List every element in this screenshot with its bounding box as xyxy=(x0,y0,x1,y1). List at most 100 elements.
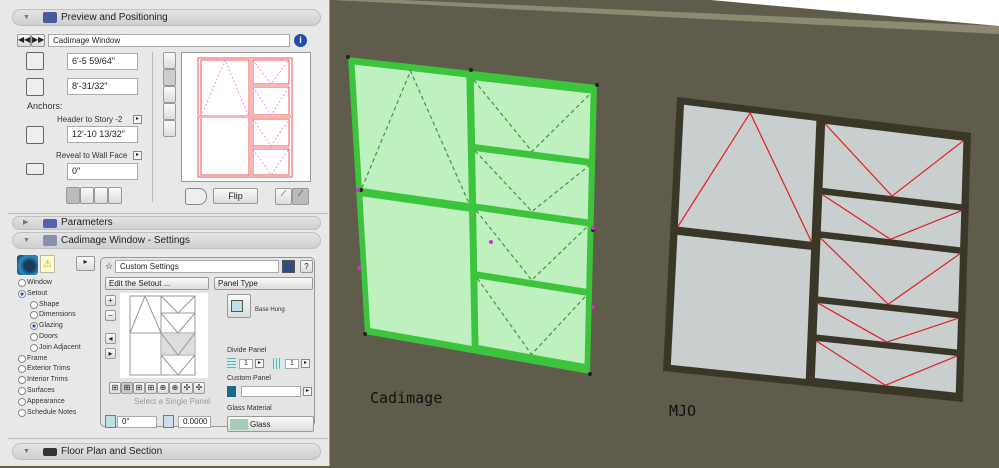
warning-icon[interactable]: ⚠ xyxy=(40,255,55,273)
tree-item-shape[interactable]: Shape xyxy=(30,300,59,309)
3d-viewport[interactable]: Cadimage MJO xyxy=(331,0,999,466)
edit-setout-dropdown[interactable]: Edit the Setout ... xyxy=(105,277,209,290)
glass-material-dropdown[interactable]: Glass xyxy=(227,416,314,432)
label-cadimage: Cadimage xyxy=(370,389,443,407)
tree-item-doors[interactable]: Doors xyxy=(30,332,58,341)
move-left-button[interactable]: ◂ xyxy=(105,333,116,344)
angle-icon xyxy=(163,415,174,428)
favorite-star-icon[interactable]: ☆ xyxy=(105,261,113,272)
divide-cols-dropdown[interactable]: ▸ xyxy=(301,359,310,368)
selection-handle xyxy=(363,332,367,336)
collapse-triangle-icon: ▼ xyxy=(23,14,30,21)
anchor-point-2-button[interactable] xyxy=(80,187,94,204)
reveal-value-field[interactable]: 0" xyxy=(67,163,138,180)
label-mjo: MJO xyxy=(669,402,697,420)
setout-drawing xyxy=(129,294,196,376)
panel-type-dropdown[interactable]: Panel Type xyxy=(214,277,313,290)
panel-view-dropdown[interactable]: ▸ xyxy=(76,256,95,271)
tree-item-window[interactable]: Window xyxy=(18,278,52,287)
width-field[interactable]: 6'-5 59/64" xyxy=(67,53,138,70)
collapse-triangle-icon: ▼ xyxy=(23,448,30,455)
mjo-window-pane xyxy=(677,104,817,242)
settings-panel: ▼ Preview and Positioning ◀◀ ▶▶ Cadimage … xyxy=(0,0,330,466)
parameters-section-header[interactable]: ▶ Parameters xyxy=(12,216,321,230)
previous-button[interactable]: ◀◀ xyxy=(17,34,31,47)
flip-button[interactable]: Flip xyxy=(213,188,258,204)
reveal-option[interactable]: Reveal to Wall Face xyxy=(56,151,127,160)
pan-button[interactable]: ✣ xyxy=(181,382,193,394)
view-3d-button[interactable] xyxy=(163,103,176,120)
anchor-value-field[interactable]: 12'-10 13/32" xyxy=(67,126,138,143)
hotspot xyxy=(489,240,493,244)
opening-side-b-button[interactable]: ⟋ xyxy=(292,188,309,205)
cadimage-window-pane xyxy=(362,196,472,346)
height-field[interactable]: 8'-31/32" xyxy=(67,78,138,95)
floorplan-section-header[interactable]: ▼ Floor Plan and Section xyxy=(12,443,321,460)
move-right-button[interactable]: ▸ xyxy=(105,348,116,359)
angle-field[interactable]: 0.0000 xyxy=(178,416,211,428)
divider xyxy=(8,213,328,214)
divider xyxy=(152,52,153,202)
object-name-field[interactable]: Cadimage Window xyxy=(48,34,290,47)
grid-c-button[interactable]: ⊞ xyxy=(133,382,145,394)
view-side-button[interactable] xyxy=(163,86,176,103)
anchor-point-3-button[interactable] xyxy=(94,187,108,204)
settings-section-header[interactable]: ▼ Cadimage Window - Settings xyxy=(12,232,321,249)
tree-item-surfaces[interactable]: Surfaces xyxy=(18,386,55,395)
anchor-point-1-button[interactable] xyxy=(66,187,80,204)
reveal-dropdown-button[interactable]: ▸ xyxy=(133,151,142,160)
grid-a-button[interactable]: ⊞ xyxy=(109,382,121,394)
zoom-in-button[interactable]: ⊕ xyxy=(157,382,169,394)
remove-button[interactable]: − xyxy=(105,310,116,321)
setout-preview[interactable] xyxy=(120,293,208,378)
custom-panel-field[interactable] xyxy=(241,386,301,397)
mjo-window-pane xyxy=(670,234,812,379)
preview-icon xyxy=(43,12,57,23)
select-hint: Select a Single Panel xyxy=(134,397,211,406)
anchor-dropdown-button[interactable]: ▸ xyxy=(133,115,142,124)
hotspot xyxy=(591,226,595,230)
custom-settings-dropdown[interactable]: Custom Settings xyxy=(115,260,279,273)
view-plan-button[interactable] xyxy=(163,120,176,137)
add-button[interactable]: + xyxy=(105,295,116,306)
tree-item-join-adjacent[interactable]: Join Adjacent xyxy=(30,343,81,352)
anchor-option[interactable]: Header to Story -2 xyxy=(57,115,122,124)
view-elevation-button[interactable] xyxy=(163,52,176,69)
selection-handle xyxy=(346,55,350,59)
next-button[interactable]: ▶▶ xyxy=(31,34,45,47)
floorplan-icon xyxy=(43,448,57,456)
anchor-point-4-button[interactable] xyxy=(108,187,122,204)
tree-item-dimensions[interactable]: Dimensions xyxy=(30,310,76,320)
tree-item-schedule-notes[interactable]: Schedule Notes xyxy=(18,408,76,417)
collapse-triangle-icon: ▼ xyxy=(23,237,30,244)
fit-button[interactable]: ✣ xyxy=(193,382,205,394)
save-icon[interactable] xyxy=(282,260,295,273)
grid-d-button[interactable]: ⊞ xyxy=(145,382,157,394)
hotspot xyxy=(591,305,595,309)
preview-section-header[interactable]: ▼ Preview and Positioning xyxy=(12,9,321,26)
panel-type-value: Base Hung xyxy=(255,307,285,313)
panel-type-icon[interactable] xyxy=(227,294,251,318)
view-front-button[interactable] xyxy=(163,69,176,86)
help-button[interactable]: ? xyxy=(300,260,313,273)
divide-rows-dropdown[interactable]: ▸ xyxy=(255,359,264,368)
zoom-out-button[interactable]: ⊕ xyxy=(169,382,181,394)
divide-cols-field[interactable]: 1 xyxy=(285,359,299,369)
glass-material-label: Glass Material xyxy=(227,405,272,412)
divide-rows-field[interactable]: 1 xyxy=(239,359,253,369)
parameters-icon xyxy=(43,219,57,228)
info-icon[interactable]: i xyxy=(294,34,307,47)
tree-item-glazing[interactable]: Glazing xyxy=(30,321,63,331)
tree-item-setout[interactable]: Setout xyxy=(18,289,47,298)
tree-item-appearance[interactable]: Appearance xyxy=(18,397,65,406)
custom-panel-dropdown[interactable]: ▸ xyxy=(303,387,312,396)
offset-field[interactable]: 0" xyxy=(117,416,157,428)
opening-side-a-button[interactable]: ⟋ xyxy=(275,188,292,205)
tree-item-frame[interactable]: Frame xyxy=(18,354,47,363)
columns-icon xyxy=(273,358,282,369)
grid-b-button[interactable]: ⊞ xyxy=(121,382,133,394)
tree-item-interior-trims[interactable]: Interior Trims xyxy=(18,375,68,385)
selection-handle xyxy=(588,372,592,376)
tree-item-exterior-trims[interactable]: Exterior Trims xyxy=(18,364,70,374)
reveal-icon xyxy=(26,163,44,175)
